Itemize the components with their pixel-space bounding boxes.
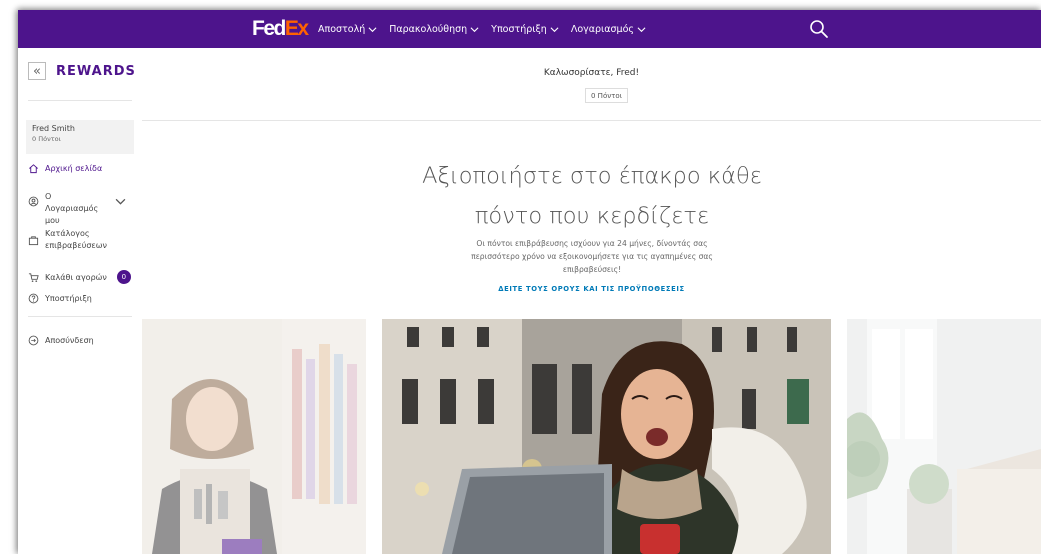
- sidebar-item-logout[interactable]: Αποσύνδεση: [28, 335, 94, 346]
- room-photo: [847, 319, 1041, 554]
- fedex-logo[interactable]: FedEx: [252, 17, 309, 41]
- sidebar-divider: [28, 100, 132, 101]
- main-nav: Αποστολή Παρακολούθηση Υποστήριξη Λογαρι…: [318, 10, 646, 48]
- terms-link[interactable]: ΔΕΙΤΕ ΤΟΥΣ ΟΡΟΥΣ ΚΑΙ ΤΙΣ ΠΡΟΫΠΟΘΕΣΕΙΣ: [142, 285, 1041, 293]
- chevron-down-icon: [550, 26, 559, 32]
- main-content: Καλωσορίσατε, Fred! 0 Πόντοι Αξιοποιήστε…: [142, 48, 1041, 554]
- top-nav-bar: FedEx Αποστολή Παρακολούθηση Υποστήριξη …: [18, 10, 1041, 48]
- hero-headline-line2: πόντο που κερδίζετε: [474, 203, 710, 229]
- nav-support[interactable]: Υποστήριξη: [491, 24, 559, 35]
- sidebar-header: « REWARDS: [28, 62, 136, 80]
- hero-headline-line1: Αξιοποιήστε στο έπακρο κάθε: [422, 163, 762, 189]
- chevron-down-icon: [368, 26, 377, 32]
- sidebar-item-home[interactable]: Αρχική σελίδα: [28, 163, 102, 174]
- account-icon: [28, 196, 39, 207]
- user-points: 0 Πόντοι: [32, 135, 61, 143]
- user-summary: Fred Smith 0 Πόντοι: [26, 120, 134, 154]
- points-badge: 0 Πόντοι: [585, 88, 629, 103]
- rewards-title: REWARDS: [56, 63, 136, 79]
- nav-tracking-label: Παρακολούθηση: [389, 23, 468, 35]
- sidebar-divider: [28, 316, 132, 317]
- sidebar-item-label: Καλάθι αγορών: [45, 272, 107, 282]
- nav-shipping[interactable]: Αποστολή: [318, 24, 377, 35]
- carousel-image-next[interactable]: [847, 319, 1041, 554]
- sidebar-item-support[interactable]: Υποστήριξη: [28, 293, 92, 304]
- cart-count-badge: 0: [116, 270, 131, 284]
- home-icon: [29, 164, 38, 174]
- carousel-image-active[interactable]: [382, 319, 831, 554]
- sidebar-item-cart[interactable]: Καλάθι αγορών 0: [28, 270, 131, 284]
- rewards-sidebar: « REWARDS Fred Smith 0 Πόντοι Αρχική σελ…: [18, 48, 142, 554]
- help-icon: [28, 293, 39, 304]
- nav-account[interactable]: Λογαριασμός: [571, 24, 646, 35]
- chevron-down-icon: [470, 26, 479, 32]
- header-divider: [142, 120, 1041, 121]
- carousel-image-prev[interactable]: [142, 319, 366, 554]
- sidebar-item-account[interactable]: Ο Λογαριασμός μου: [28, 191, 126, 227]
- sidebar-item-label: Κατάλογος επιβραβεύσεων: [45, 229, 107, 250]
- woman-laptop-photo: [382, 319, 831, 554]
- search-icon[interactable]: [809, 19, 829, 39]
- cart-icon: [28, 272, 39, 282]
- catalog-icon: [28, 236, 39, 246]
- app-window: FedEx Αποστολή Παρακολούθηση Υποστήριξη …: [18, 10, 1041, 554]
- sidebar-item-catalog[interactable]: Κατάλογος επιβραβεύσεων: [28, 228, 125, 252]
- chevron-down-icon: [637, 26, 646, 32]
- logo-fed-text: Fed: [252, 17, 286, 40]
- nav-shipping-label: Αποστολή: [318, 23, 366, 35]
- welcome-message: Καλωσορίσατε, Fred!: [543, 68, 640, 78]
- shop-worker-photo: [142, 319, 366, 554]
- user-name: Fred Smith: [32, 124, 75, 133]
- sidebar-item-label: Ο Λογαριασμός μου: [45, 192, 99, 225]
- nav-tracking[interactable]: Παρακολούθηση: [389, 24, 479, 35]
- logout-icon: [28, 335, 39, 346]
- hero-headline: Αξιοποιήστε στο έπακρο κάθε πόντο που κε…: [382, 160, 802, 232]
- sidebar-item-label: Αποσύνδεση: [45, 336, 94, 345]
- collapse-sidebar-button[interactable]: «: [28, 62, 46, 80]
- sidebar-item-label: Υποστήριξη: [45, 294, 92, 303]
- logo-ex-text: Ex: [284, 17, 309, 40]
- chevron-down-icon[interactable]: [115, 196, 126, 207]
- nav-account-label: Λογαριασμός: [570, 23, 634, 35]
- hero-subtext: Οι πόντοι επιβράβευσης ισχύουν για 24 μή…: [471, 239, 713, 274]
- sidebar-item-label: Αρχική σελίδα: [45, 164, 103, 173]
- nav-support-label: Υποστήριξη: [491, 23, 547, 35]
